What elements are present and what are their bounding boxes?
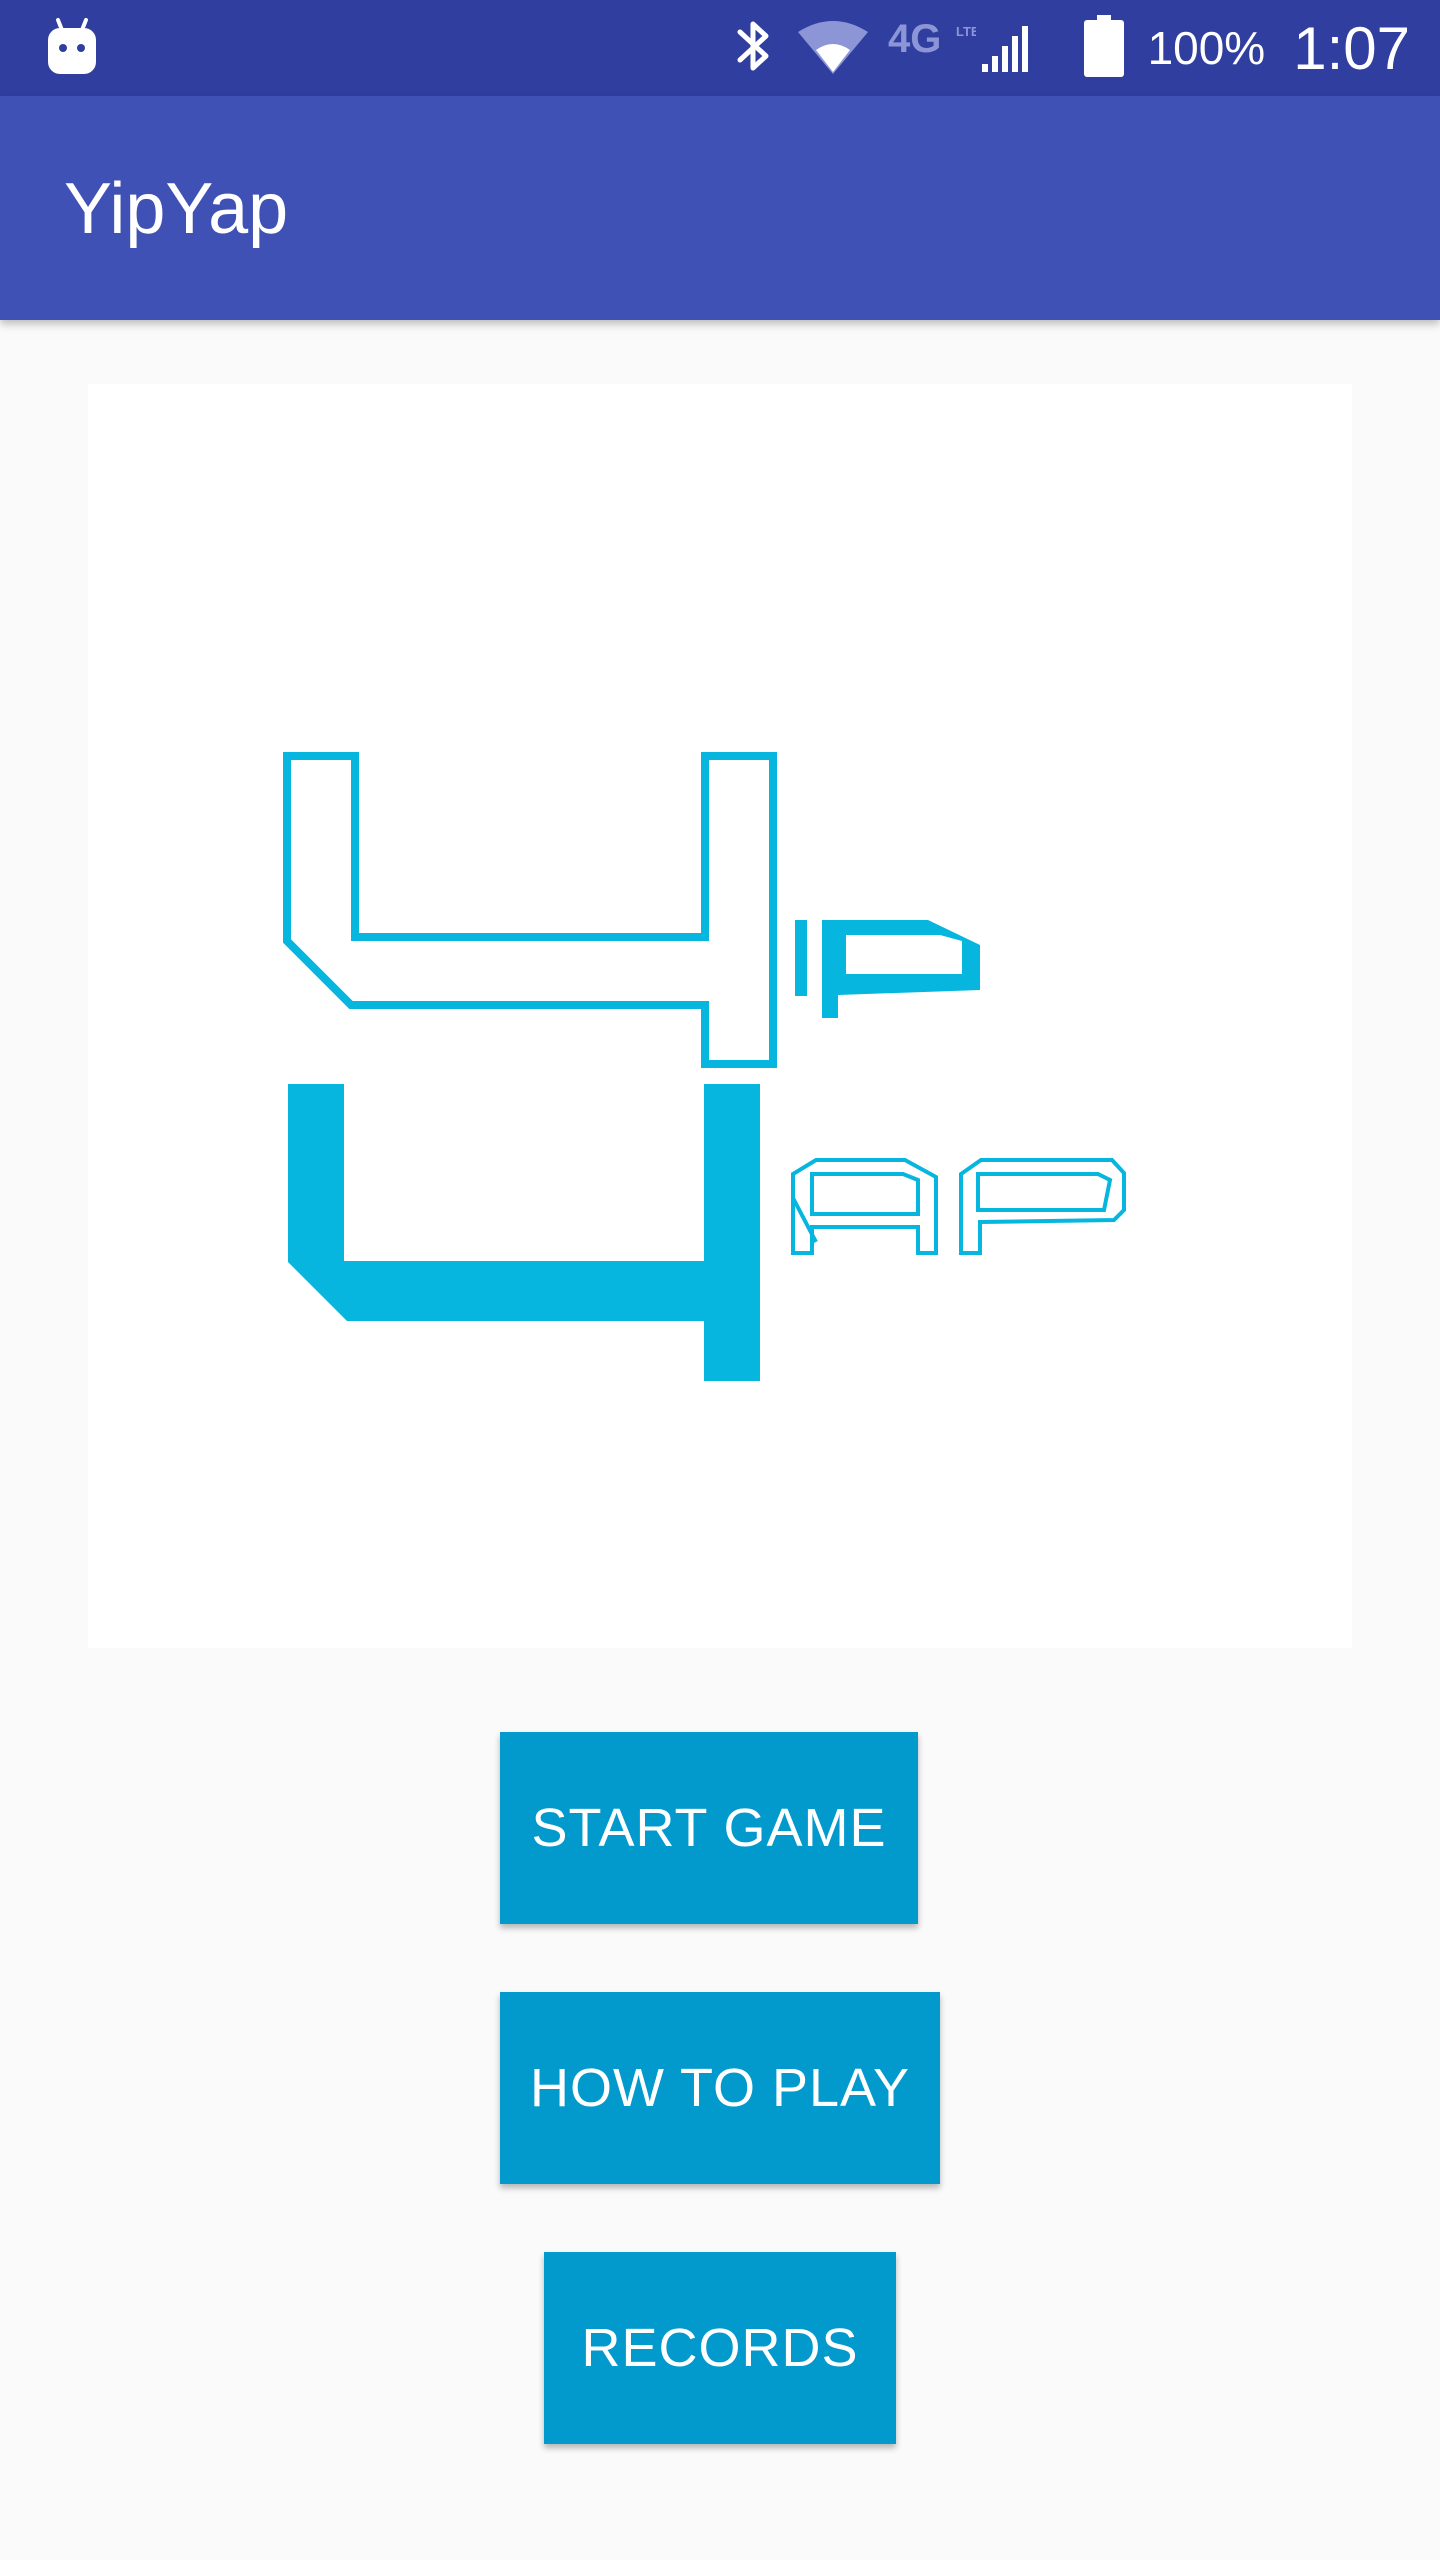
svg-text:LTE: LTE bbox=[956, 24, 976, 39]
battery-icon bbox=[1083, 14, 1124, 82]
start-game-button[interactable]: START GAME bbox=[500, 1732, 918, 1924]
logo-card bbox=[88, 384, 1352, 1648]
logo-yip-i bbox=[795, 920, 807, 996]
battery-percentage: 100% bbox=[1147, 22, 1266, 74]
signal-icon bbox=[980, 16, 1032, 81]
records-button[interactable]: RECORDS bbox=[544, 2252, 896, 2444]
svg-text:4G: 4G bbox=[888, 17, 941, 61]
status-icons: 4G LTE 100% 1:07 bbox=[712, 0, 1410, 96]
logo-yip-y bbox=[283, 752, 777, 1068]
app-title: YipYap bbox=[64, 169, 289, 249]
4g-lte-icon: 4G LTE bbox=[888, 16, 980, 81]
how-to-play-button[interactable]: HOW TO PLAY bbox=[500, 1992, 940, 2184]
logo-yip-p bbox=[822, 920, 980, 1018]
android-notification-icon bbox=[46, 16, 98, 76]
wifi-icon bbox=[796, 16, 870, 81]
app-bar: YipYap bbox=[0, 96, 1440, 320]
logo-yap-p bbox=[959, 1158, 1126, 1255]
bluetooth-icon bbox=[734, 16, 774, 81]
logo-yap-y bbox=[288, 1084, 760, 1381]
logo-yap-a bbox=[791, 1158, 938, 1255]
yipyap-logo bbox=[283, 752, 1126, 1381]
status-bar: 4G LTE 100% 1:07 bbox=[0, 0, 1440, 96]
clock: 1:07 bbox=[1293, 14, 1410, 82]
